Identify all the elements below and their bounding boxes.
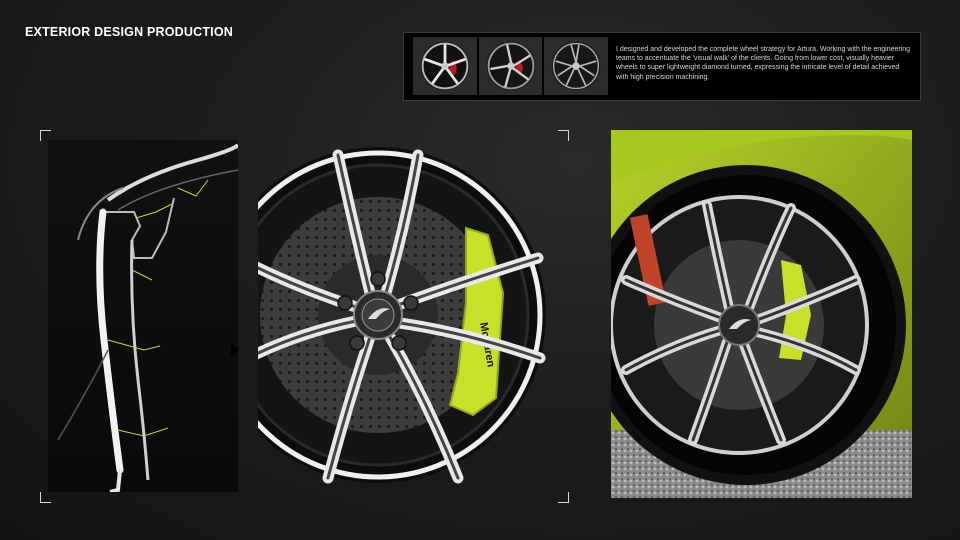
wheel-sketch-image [48,140,238,492]
wheel-thumbnail-image [486,41,535,91]
wheel-thumbnail-image [420,41,470,91]
wheel-render-image: McLaren [258,143,548,490]
wheel-variants-strip: I designed and developed the complete wh… [403,32,921,101]
wheel-strategy-description: I designed and developed the complete wh… [616,46,911,81]
thumbnail-row [413,37,609,95]
arrow-marker [231,343,239,357]
frame-corner-bottom-left [40,492,51,503]
wheel-thumbnail-2[interactable] [478,37,543,95]
wheel-thumbnail-3[interactable] [544,37,609,95]
wheel-thumbnail-image [551,41,601,91]
wheel-thumbnail-1[interactable] [413,37,477,95]
page-title: EXTERIOR DESIGN PRODUCTION [25,25,233,39]
wheel-photo-image [611,130,912,498]
frame-corner-bottom-right [558,492,569,503]
frame-corner-top-right [558,130,569,141]
